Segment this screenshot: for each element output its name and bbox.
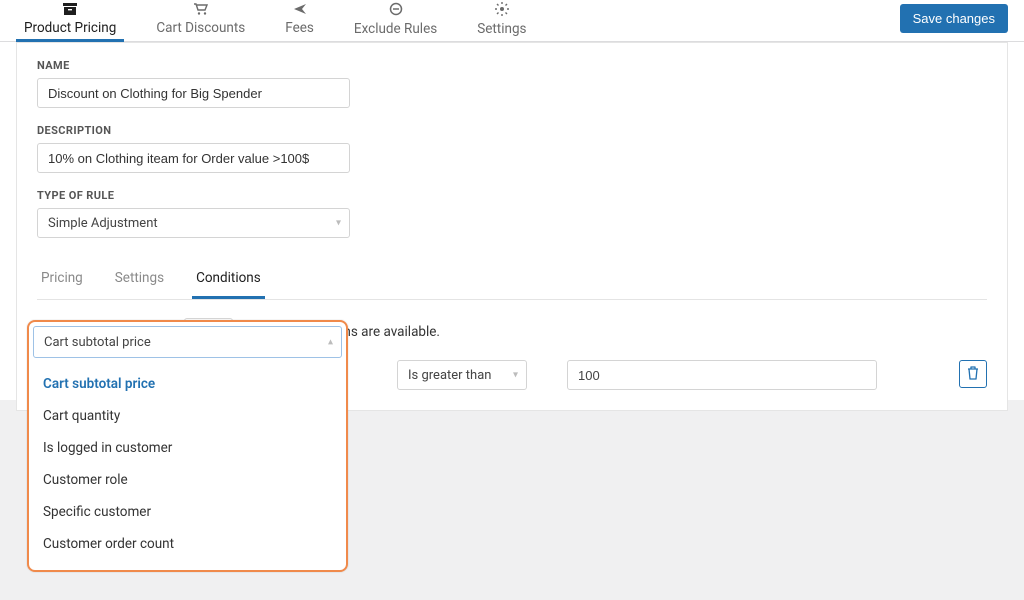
- type-of-rule-label: TYPE OF RULE: [37, 189, 987, 202]
- chevron-down-icon: ▾: [513, 370, 518, 381]
- tab-exclude-rules[interactable]: Exclude Rules: [346, 0, 445, 42]
- tab-label: Fees: [285, 20, 314, 36]
- condition-value-input[interactable]: [567, 360, 877, 390]
- tab-label: Product Pricing: [24, 20, 116, 36]
- condition-type-dropdown: Cart subtotal price ▴ Cart subtotal pric…: [27, 320, 348, 572]
- dropdown-option-customer-role[interactable]: Customer role: [29, 464, 346, 496]
- tab-label: Exclude Rules: [354, 21, 437, 37]
- tab-product-pricing[interactable]: Product Pricing: [16, 0, 124, 42]
- delete-condition-button[interactable]: [959, 360, 987, 388]
- trash-icon: [967, 366, 979, 383]
- condition-operator-select[interactable]: Is greater than ▾: [397, 360, 527, 390]
- subtab-pricing[interactable]: Pricing: [37, 258, 87, 299]
- type-of-rule-select[interactable]: Simple Adjustment ▾: [37, 208, 350, 238]
- cart-icon: [194, 3, 208, 20]
- subtab-conditions[interactable]: Conditions: [192, 258, 265, 299]
- description-input[interactable]: [37, 143, 350, 173]
- top-tabbar: Product Pricing Cart Discounts Fees Excl…: [0, 0, 1024, 42]
- name-label: NAME: [37, 59, 987, 72]
- gear-icon: [495, 2, 509, 21]
- dropdown-option-cart-quantity[interactable]: Cart quantity: [29, 400, 346, 432]
- tab-label: Cart Discounts: [156, 20, 245, 36]
- dropdown-option-specific-customer[interactable]: Specific customer: [29, 496, 346, 528]
- save-changes-button[interactable]: Save changes: [900, 4, 1008, 33]
- plane-icon: [293, 3, 307, 20]
- condition-type-options: Cart subtotal price Cart quantity Is log…: [29, 362, 346, 570]
- tab-cart-discounts[interactable]: Cart Discounts: [148, 0, 253, 42]
- dropdown-option-cart-subtotal-price[interactable]: Cart subtotal price: [29, 368, 346, 400]
- condition-type-select-open[interactable]: Cart subtotal price ▴: [33, 326, 342, 358]
- condition-type-selected-value: Cart subtotal price: [44, 335, 151, 350]
- name-input[interactable]: [37, 78, 350, 108]
- tab-settings[interactable]: Settings: [469, 0, 534, 42]
- description-label: DESCRIPTION: [37, 124, 987, 137]
- chevron-up-icon: ▴: [328, 337, 333, 348]
- subtab-settings[interactable]: Settings: [111, 258, 168, 299]
- condition-operator-value: Is greater than: [408, 368, 491, 383]
- tab-fees[interactable]: Fees: [277, 0, 322, 42]
- minus-circle-icon: [389, 2, 403, 21]
- dropdown-option-customer-order-count[interactable]: Customer order count: [29, 528, 346, 560]
- rule-subtabs: Pricing Settings Conditions: [37, 258, 987, 300]
- type-of-rule-value: Simple Adjustment: [38, 209, 349, 239]
- dropdown-option-logged-in-customer[interactable]: Is logged in customer: [29, 432, 346, 464]
- archive-icon: [63, 3, 77, 20]
- tab-label: Settings: [477, 21, 526, 37]
